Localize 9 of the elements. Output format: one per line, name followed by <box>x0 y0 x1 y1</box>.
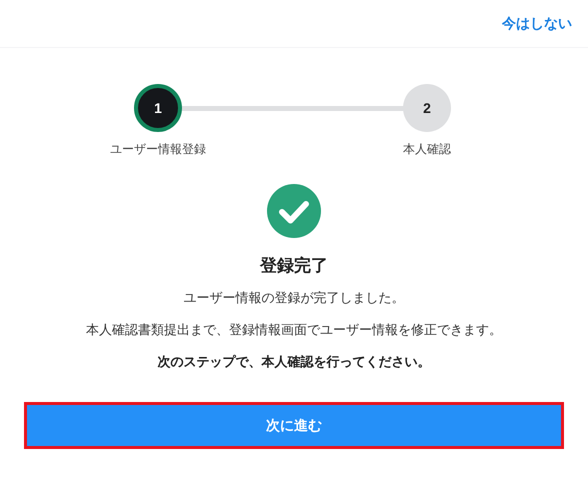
step-label: 本人確認 <box>403 141 451 158</box>
message-text: 次のステップで、本人確認を行ってください。 <box>158 353 430 371</box>
check-icon <box>267 184 321 238</box>
next-button[interactable]: 次に進む <box>24 402 564 449</box>
message-text: ユーザー情報の登録が完了しました。 <box>184 289 404 307</box>
step-label: ユーザー情報登録 <box>110 141 206 158</box>
result-title: 登録完了 <box>260 255 328 277</box>
message-text: 本人確認書類提出まで、登録情報画面でユーザー情報を修正できます。 <box>86 321 502 339</box>
skip-link[interactable]: 今はしない <box>502 13 572 34</box>
